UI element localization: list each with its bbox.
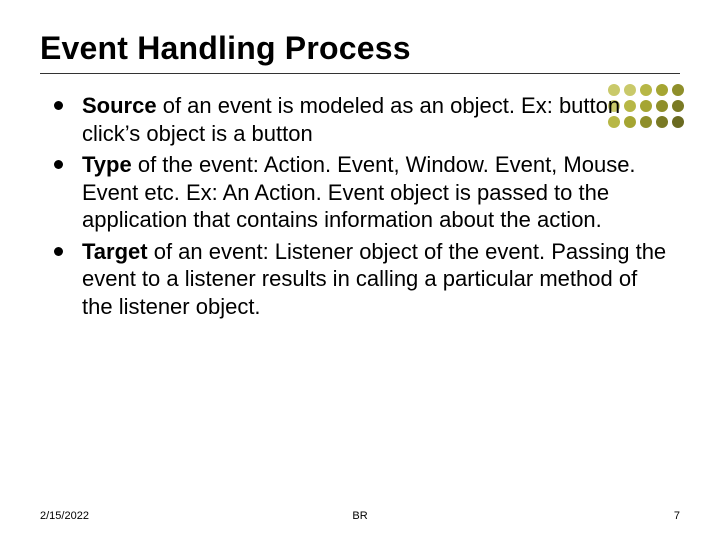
bullet-text: of an event: Listener object of the even…	[82, 239, 666, 319]
bullet-lead: Type	[82, 152, 132, 177]
title-underline	[40, 73, 680, 74]
dot-icon	[672, 84, 684, 96]
bullet-lead: Target	[82, 239, 148, 264]
dot-icon	[672, 100, 684, 112]
bullet-lead: Source	[82, 93, 157, 118]
slide-title: Event Handling Process	[40, 30, 680, 67]
bullet-list: Source of an event is modeled as an obje…	[40, 92, 680, 320]
slide-footer: 2/15/2022 BR 7	[40, 510, 680, 522]
list-item: Target of an event: Listener object of t…	[52, 238, 670, 321]
bullet-text: of an event is modeled as an object. Ex:…	[82, 93, 620, 146]
list-item: Source of an event is modeled as an obje…	[52, 92, 670, 147]
dot-icon	[672, 116, 684, 128]
footer-center: BR	[40, 510, 680, 522]
slide: Event Handling Process Source of an even…	[0, 0, 720, 540]
list-item: Type of the event: Action. Event, Window…	[52, 151, 670, 234]
bullet-text: of the event: Action. Event, Window. Eve…	[82, 152, 636, 232]
